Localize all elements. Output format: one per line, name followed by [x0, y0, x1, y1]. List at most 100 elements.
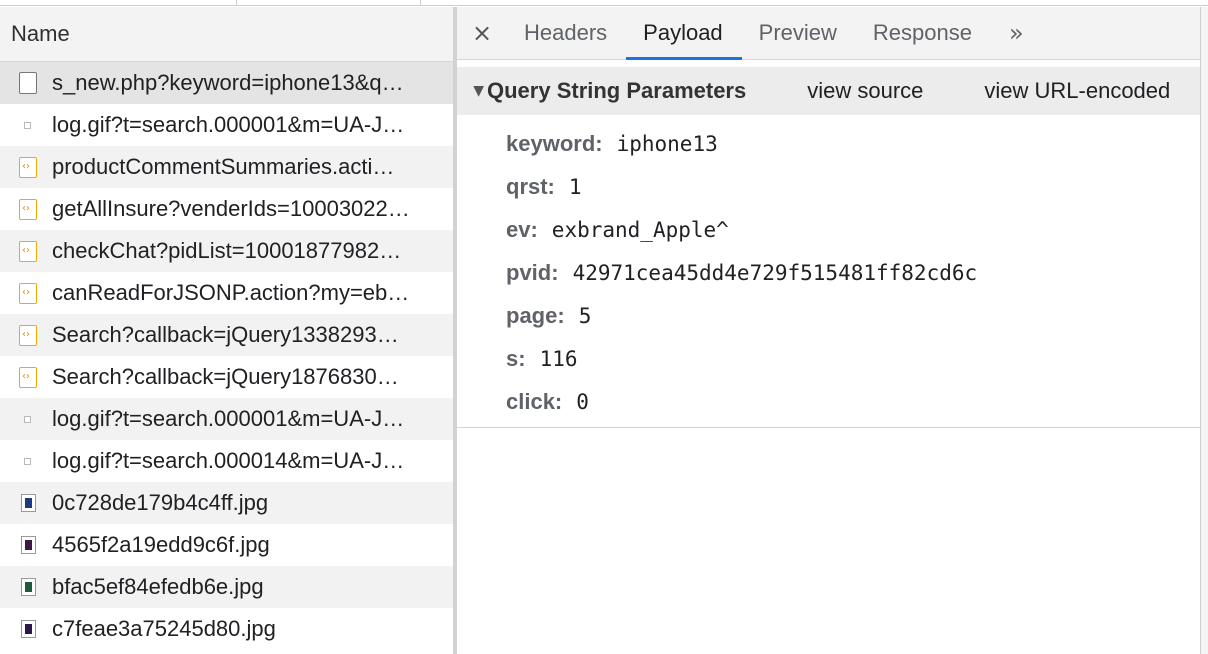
request-icon-cell: [0, 62, 52, 104]
right-gutter: [1201, 7, 1208, 654]
request-row[interactable]: Search?callback=jQuery1876830…: [0, 356, 453, 398]
script-icon: [19, 283, 37, 304]
query-string-section-header[interactable]: ▼ Query String Parameters view source vi…: [457, 67, 1201, 115]
tab-payload-label: Payload: [643, 20, 723, 45]
detail-tabbar: × Headers Payload Preview Response »: [457, 7, 1201, 60]
param-row: keyword: iphone13: [457, 122, 1201, 165]
document-icon: [19, 72, 37, 94]
request-row[interactable]: s_new.php?keyword=iphone13&q…: [0, 62, 453, 104]
image-icon: [21, 620, 36, 638]
param-value: iphone13: [616, 131, 718, 156]
more-tabs-chevron-icon[interactable]: »: [991, 7, 1024, 59]
param-value: 42971cea45dd4e729f515481ff82cd6c: [572, 260, 978, 285]
script-icon: [19, 367, 37, 388]
param-row: click: 0: [457, 380, 1201, 423]
request-name: Search?callback=jQuery1876830…: [52, 364, 399, 389]
param-key: keyword:: [506, 130, 603, 156]
param-row: pvid: 42971cea45dd4e729f515481ff82cd6c: [457, 251, 1201, 294]
request-name: s_new.php?keyword=iphone13&q…: [52, 70, 404, 95]
image-icon: [21, 536, 36, 554]
script-icon: [19, 325, 37, 346]
script-icon: [19, 157, 37, 178]
param-value: 5: [578, 303, 592, 328]
request-row[interactable]: getAllInsure?venderIds=10003022…: [0, 188, 453, 230]
request-name: checkChat?pidList=10001877982…: [52, 238, 402, 263]
request-row[interactable]: 4565f2a19edd9c6f.jpg: [0, 524, 453, 566]
request-name: canReadForJSONP.action?my=eb…: [52, 280, 410, 305]
script-icon: [19, 199, 37, 220]
request-icon-cell: [0, 356, 52, 398]
request-row[interactable]: Search?callback=jQuery1338293…: [0, 314, 453, 356]
request-name: productCommentSummaries.acti…: [52, 154, 395, 179]
request-icon-cell: [0, 398, 52, 440]
tab-payload[interactable]: Payload: [626, 7, 742, 60]
view-source-link[interactable]: view source: [807, 78, 923, 104]
name-column-label: Name: [11, 21, 70, 46]
top-toolbar-strip: [0, 0, 1208, 6]
request-row[interactable]: log.gif?t=search.000001&m=UA-J…: [0, 398, 453, 440]
param-key: click:: [506, 388, 563, 414]
request-icon-cell: [0, 440, 52, 482]
request-row[interactable]: c7feae3a75245d80.jpg: [0, 608, 453, 650]
pixel-icon: [24, 122, 31, 129]
section-title: Query String Parameters: [487, 78, 747, 103]
param-value: 116: [539, 346, 578, 371]
image-thumbnail: [25, 498, 32, 508]
request-name: log.gif?t=search.000014&m=UA-J…: [52, 448, 405, 473]
request-row[interactable]: checkChat?pidList=10001877982…: [0, 230, 453, 272]
param-row: page: 5: [457, 294, 1201, 337]
query-params-list: keyword: iphone13 qrst: 1 ev: exbrand_Ap…: [457, 115, 1201, 423]
image-thumbnail: [25, 624, 32, 634]
toolbar-divider: [420, 0, 421, 6]
request-row[interactable]: log.gif?t=search.000014&m=UA-J…: [0, 440, 453, 482]
request-name: log.gif?t=search.000001&m=UA-J…: [52, 406, 405, 431]
tab-headers-label: Headers: [524, 20, 608, 45]
param-key: pvid:: [506, 259, 559, 285]
tab-headers[interactable]: Headers: [507, 7, 626, 59]
request-row[interactable]: 0c728de179b4c4ff.jpg: [0, 482, 453, 524]
param-value: 1: [568, 174, 582, 199]
name-column-header[interactable]: Name: [0, 7, 453, 62]
request-row[interactable]: bfac5ef84efedb6e.jpg: [0, 566, 453, 608]
param-value: 0: [576, 389, 589, 414]
request-icon-cell: [0, 188, 52, 230]
view-url-encoded-link[interactable]: view URL-encoded: [984, 78, 1170, 104]
request-icon-cell: [0, 104, 52, 146]
param-key: qrst:: [506, 173, 555, 199]
close-icon[interactable]: ×: [457, 7, 507, 59]
script-icon: [19, 241, 37, 262]
request-name: Search?callback=jQuery1338293…: [52, 322, 399, 347]
image-icon: [21, 494, 36, 512]
request-icon-cell: [0, 146, 52, 188]
request-row[interactable]: canReadForJSONP.action?my=eb…: [0, 272, 453, 314]
request-icon-cell: [0, 230, 52, 272]
request-icon-cell: [0, 524, 52, 566]
tab-response-label: Response: [872, 20, 972, 45]
param-row: qrst: 1: [457, 165, 1201, 208]
request-icon-cell: [0, 482, 52, 524]
param-key: page:: [506, 302, 565, 328]
param-row: ev: exbrand_Apple^: [457, 208, 1201, 251]
param-key: s:: [506, 345, 526, 371]
param-value: exbrand_Apple^: [551, 217, 729, 242]
collapse-triangle-icon[interactable]: ▼: [457, 83, 487, 99]
tab-preview-label: Preview: [758, 20, 837, 45]
request-row[interactable]: productCommentSummaries.acti…: [0, 146, 453, 188]
request-row[interactable]: log.gif?t=search.000001&m=UA-J…: [0, 104, 453, 146]
request-name: getAllInsure?venderIds=10003022…: [52, 196, 410, 221]
image-thumbnail: [25, 582, 32, 592]
tab-response[interactable]: Response: [856, 7, 991, 59]
request-icon-cell: [0, 566, 52, 608]
toolbar-divider: [236, 0, 237, 6]
request-detail-panel: × Headers Payload Preview Response » ▼ Q…: [457, 7, 1201, 654]
param-key: ev:: [506, 216, 538, 242]
request-icon-cell: [0, 608, 52, 650]
request-name: 4565f2a19edd9c6f.jpg: [52, 532, 270, 557]
request-name: log.gif?t=search.000001&m=UA-J…: [52, 112, 405, 137]
request-name: c7feae3a75245d80.jpg: [52, 616, 276, 641]
pixel-icon: [24, 458, 31, 465]
tab-preview[interactable]: Preview: [742, 7, 856, 59]
image-icon: [21, 578, 36, 596]
pixel-icon: [24, 416, 31, 423]
param-row: s: 116: [457, 337, 1201, 380]
